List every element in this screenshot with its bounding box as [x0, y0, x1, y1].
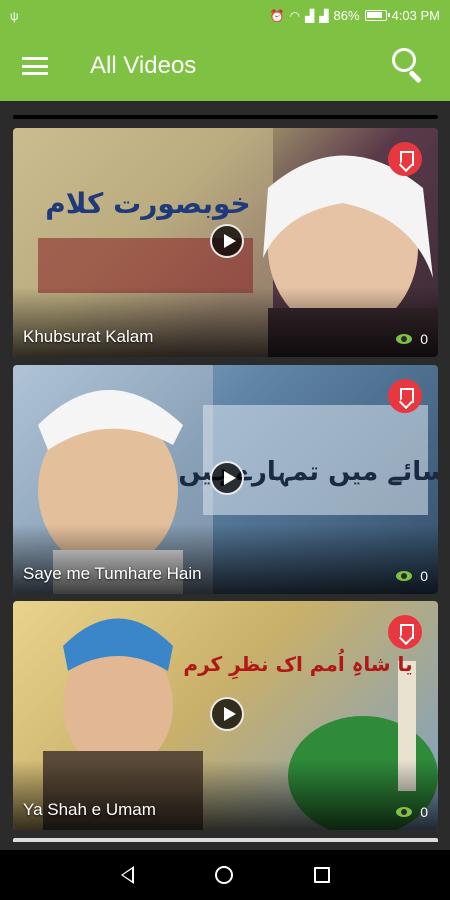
eye-icon [396, 334, 413, 344]
bookmark-icon[interactable] [388, 142, 422, 176]
clock: 4:03 PM [391, 8, 440, 23]
play-icon[interactable] [210, 697, 244, 731]
thumbnail-caption: یا شاہِ اُمم اک نظرِ کرم [183, 649, 412, 680]
back-icon[interactable] [120, 866, 134, 884]
bookmark-icon[interactable] [388, 379, 422, 413]
video-title: Khubsurat Kalam [23, 327, 154, 346]
search-lens [392, 48, 416, 72]
view-count-value: 0 [420, 331, 428, 347]
list-divider [13, 115, 438, 119]
menu-line [22, 64, 48, 68]
status-right: ⏰ ◠ ▟ ▟ 86% 4:03 PM [270, 8, 440, 23]
recents-icon[interactable] [313, 867, 330, 883]
home-icon[interactable] [214, 866, 233, 884]
video-card[interactable]: سائے میں تمہارے ہیں Saye me Tumhare Hain… [13, 365, 438, 594]
eye-icon [396, 807, 413, 817]
eye-icon [396, 571, 413, 581]
thumbnail-caption: خوبصورت کلام [45, 187, 250, 220]
battery-percent: 86% [333, 8, 360, 23]
play-icon[interactable] [210, 224, 244, 258]
usb-icon: ψ [10, 8, 19, 23]
menu-line [22, 72, 48, 75]
alarm-icon: ⏰ [269, 8, 285, 23]
signal-icon: ▟ [305, 8, 315, 23]
status-left: ψ [10, 10, 19, 22]
signal-icon-2: ▟ [319, 8, 329, 23]
view-count-value: 0 [420, 568, 428, 584]
video-card[interactable]: خوبصورت کلام Khubsurat Kalam 0 [13, 128, 438, 357]
hamburger-icon[interactable] [20, 54, 50, 78]
page-title: All Videos [90, 52, 197, 79]
search-handle [408, 70, 422, 84]
video-card[interactable]: یا شاہِ اُمم اک نظرِ کرم Ya Shah e Umam … [13, 601, 438, 830]
video-title: Ya Shah e Umam [23, 800, 156, 819]
next-card-edge [13, 838, 438, 842]
menu-line [22, 57, 48, 60]
view-count-value: 0 [420, 804, 428, 820]
video-title: Saye me Tumhare Hain [23, 564, 202, 583]
search-icon[interactable] [390, 46, 430, 86]
play-icon[interactable] [210, 461, 244, 495]
video-list[interactable]: خوبصورت کلام Khubsurat Kalam 0 سائے میں … [0, 101, 450, 850]
wifi-icon: ◠ [289, 8, 301, 23]
view-count: 0 [396, 804, 428, 820]
app-bar: All Videos [0, 31, 450, 101]
status-bar: ψ ⏰ ◠ ▟ ▟ 86% 4:03 PM [0, 0, 450, 31]
bookmark-icon[interactable] [388, 615, 422, 649]
view-count: 0 [396, 331, 428, 347]
battery-icon [364, 10, 390, 21]
system-nav-bar [0, 850, 450, 900]
view-count: 0 [396, 568, 428, 584]
